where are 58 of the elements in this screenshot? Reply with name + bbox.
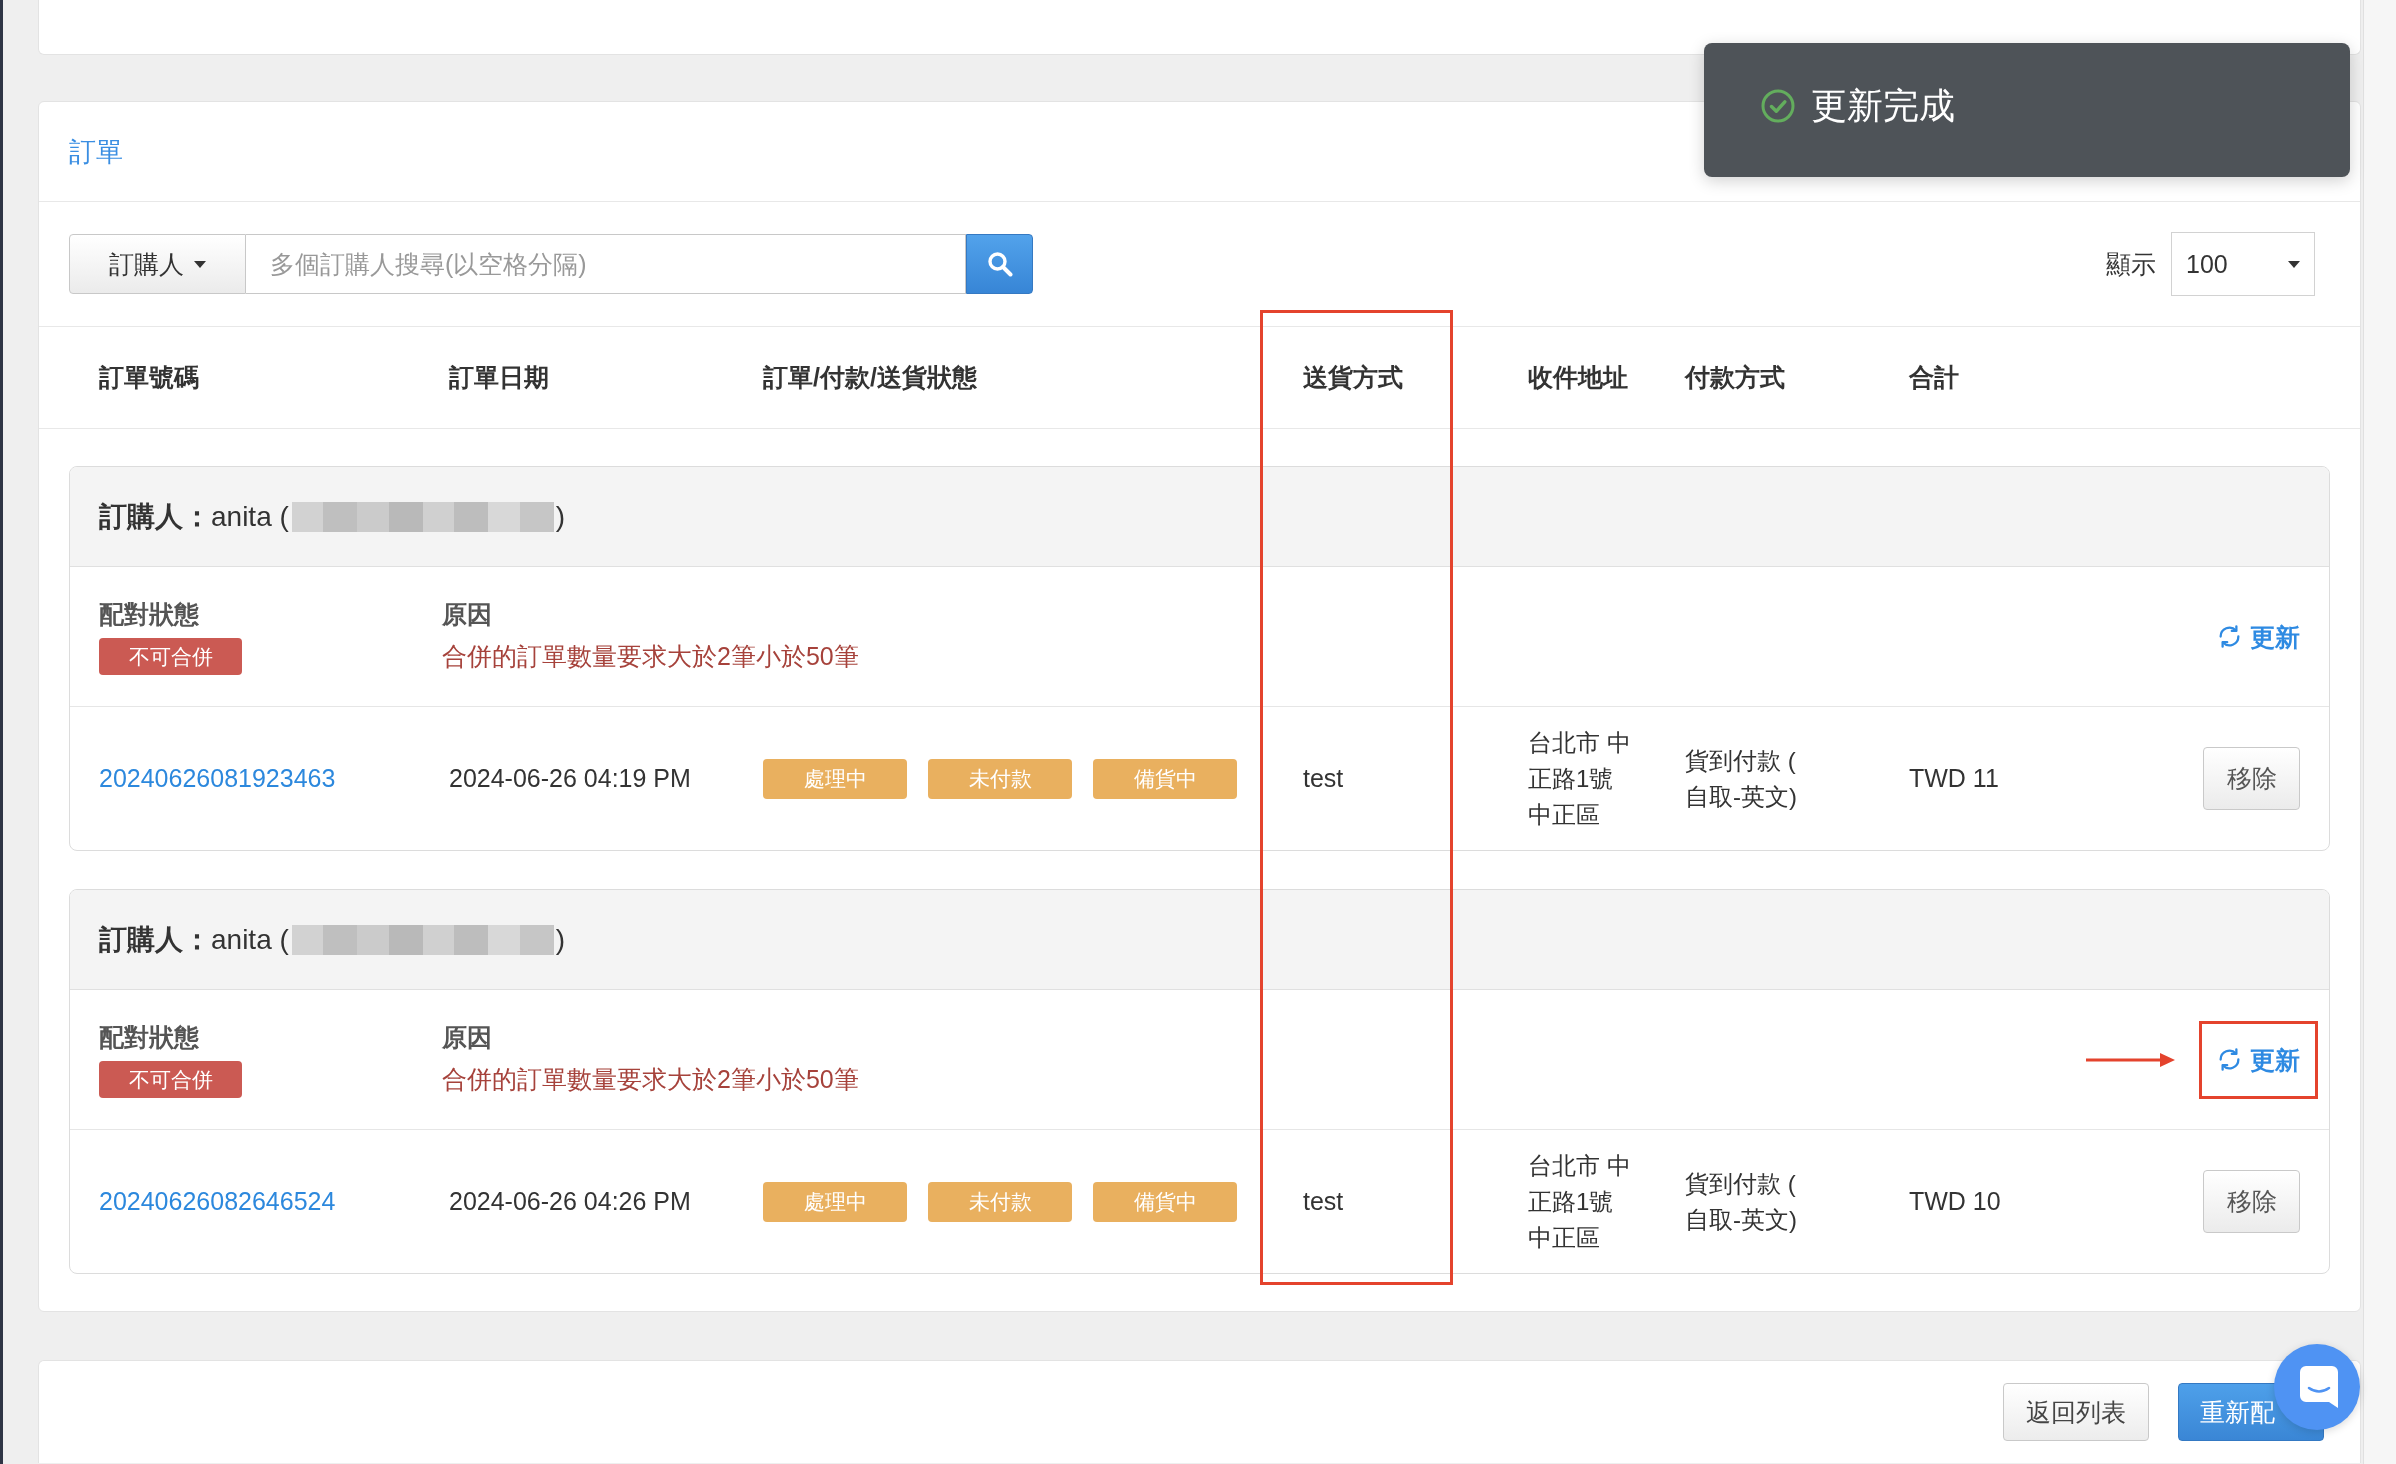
column-header: 訂單號碼 [99, 362, 200, 393]
page-size-label: 顯示 [2106, 248, 2156, 280]
order-number-link[interactable]: 20240626082646524 [99, 1187, 449, 1216]
order-total: TWD 10 [1909, 1187, 2002, 1216]
filter-dropdown[interactable]: 訂購人 [69, 234, 246, 294]
column-header: 訂單日期 [449, 362, 550, 393]
update-link[interactable]: 更新 [2217, 1044, 2300, 1075]
page-size-select[interactable]: 100 [2171, 232, 2315, 296]
shipping-method: test [1303, 1187, 1345, 1216]
status-badge: 未付款 [928, 1181, 1072, 1222]
chat-bubble-icon [2300, 1366, 2338, 1408]
column-header: 合計 [1909, 362, 1960, 393]
status-badge: 備貨中 [1093, 758, 1237, 799]
buyer-label: 訂購人：anita ( [99, 499, 289, 534]
update-link[interactable]: 更新 [2217, 621, 2300, 652]
status-badge: 處理中 [763, 758, 907, 799]
column-header: 送貨方式 [1303, 362, 1404, 393]
caret-icon [194, 260, 206, 268]
column-header: 訂單/付款/送貨狀態 [763, 362, 978, 393]
scrollbar-track[interactable] [2363, 0, 2396, 1464]
order-date: 2024-06-26 04:26 PM [449, 1187, 692, 1216]
right-arrow-icon [2086, 1051, 2175, 1068]
match-status-label: 配對狀態 [99, 598, 200, 629]
reason-text: 合併的訂單數量要求大於2筆小於50筆 [442, 640, 860, 672]
reason-label: 原因 [442, 598, 493, 629]
payment-method: 貨到付款 ( 自取-英文) [1685, 745, 1798, 812]
reason-text: 合併的訂單數量要求大於2筆小於50筆 [442, 1063, 860, 1095]
search-icon [986, 251, 1013, 277]
shipping-method: test [1303, 764, 1345, 793]
order-total: TWD 11 [1909, 764, 2000, 793]
remove-button[interactable]: 移除 [2203, 1170, 2300, 1233]
buyer-label: 訂購人：anita ( [99, 922, 289, 957]
match-status-label: 配對狀態 [99, 1021, 200, 1052]
status-badge: 處理中 [763, 1181, 907, 1222]
buyer-label-end: ) [555, 923, 566, 956]
address-text: 台北市 中 正路1號 中正區 [1528, 727, 1632, 830]
reason-label: 原因 [442, 1021, 493, 1052]
column-header: 收件地址 [1528, 362, 1629, 393]
buyer-label-end: ) [555, 500, 566, 533]
status-badge: 備貨中 [1093, 1181, 1237, 1222]
column-header: 付款方式 [1685, 362, 1786, 393]
status-badge: 未付款 [928, 758, 1072, 799]
payment-method: 貨到付款 ( 自取-英文) [1685, 1168, 1798, 1235]
refresh-icon [2217, 1047, 2242, 1072]
panel-title: 訂單 [69, 135, 123, 169]
order-date: 2024-06-26 04:19 PM [449, 764, 692, 793]
status-badge: 不可合併 [99, 637, 242, 675]
secondary-button[interactable]: 返回列表 [2003, 1383, 2149, 1441]
caret-icon [2288, 260, 2300, 268]
order-number-link[interactable]: 20240626081923463 [99, 764, 449, 793]
refresh-icon [2217, 624, 2242, 649]
status-badge: 不可合併 [99, 1060, 242, 1098]
search-field[interactable]: 多個訂購人搜尋(以空格分隔) [246, 234, 966, 294]
address-text: 台北市 中 正路1號 中正區 [1528, 1150, 1632, 1253]
toast-message: 更新完成 [1811, 83, 1955, 128]
check-circle-icon [1761, 89, 1795, 123]
search-button[interactable] [966, 234, 1033, 294]
remove-button[interactable]: 移除 [2203, 747, 2300, 810]
